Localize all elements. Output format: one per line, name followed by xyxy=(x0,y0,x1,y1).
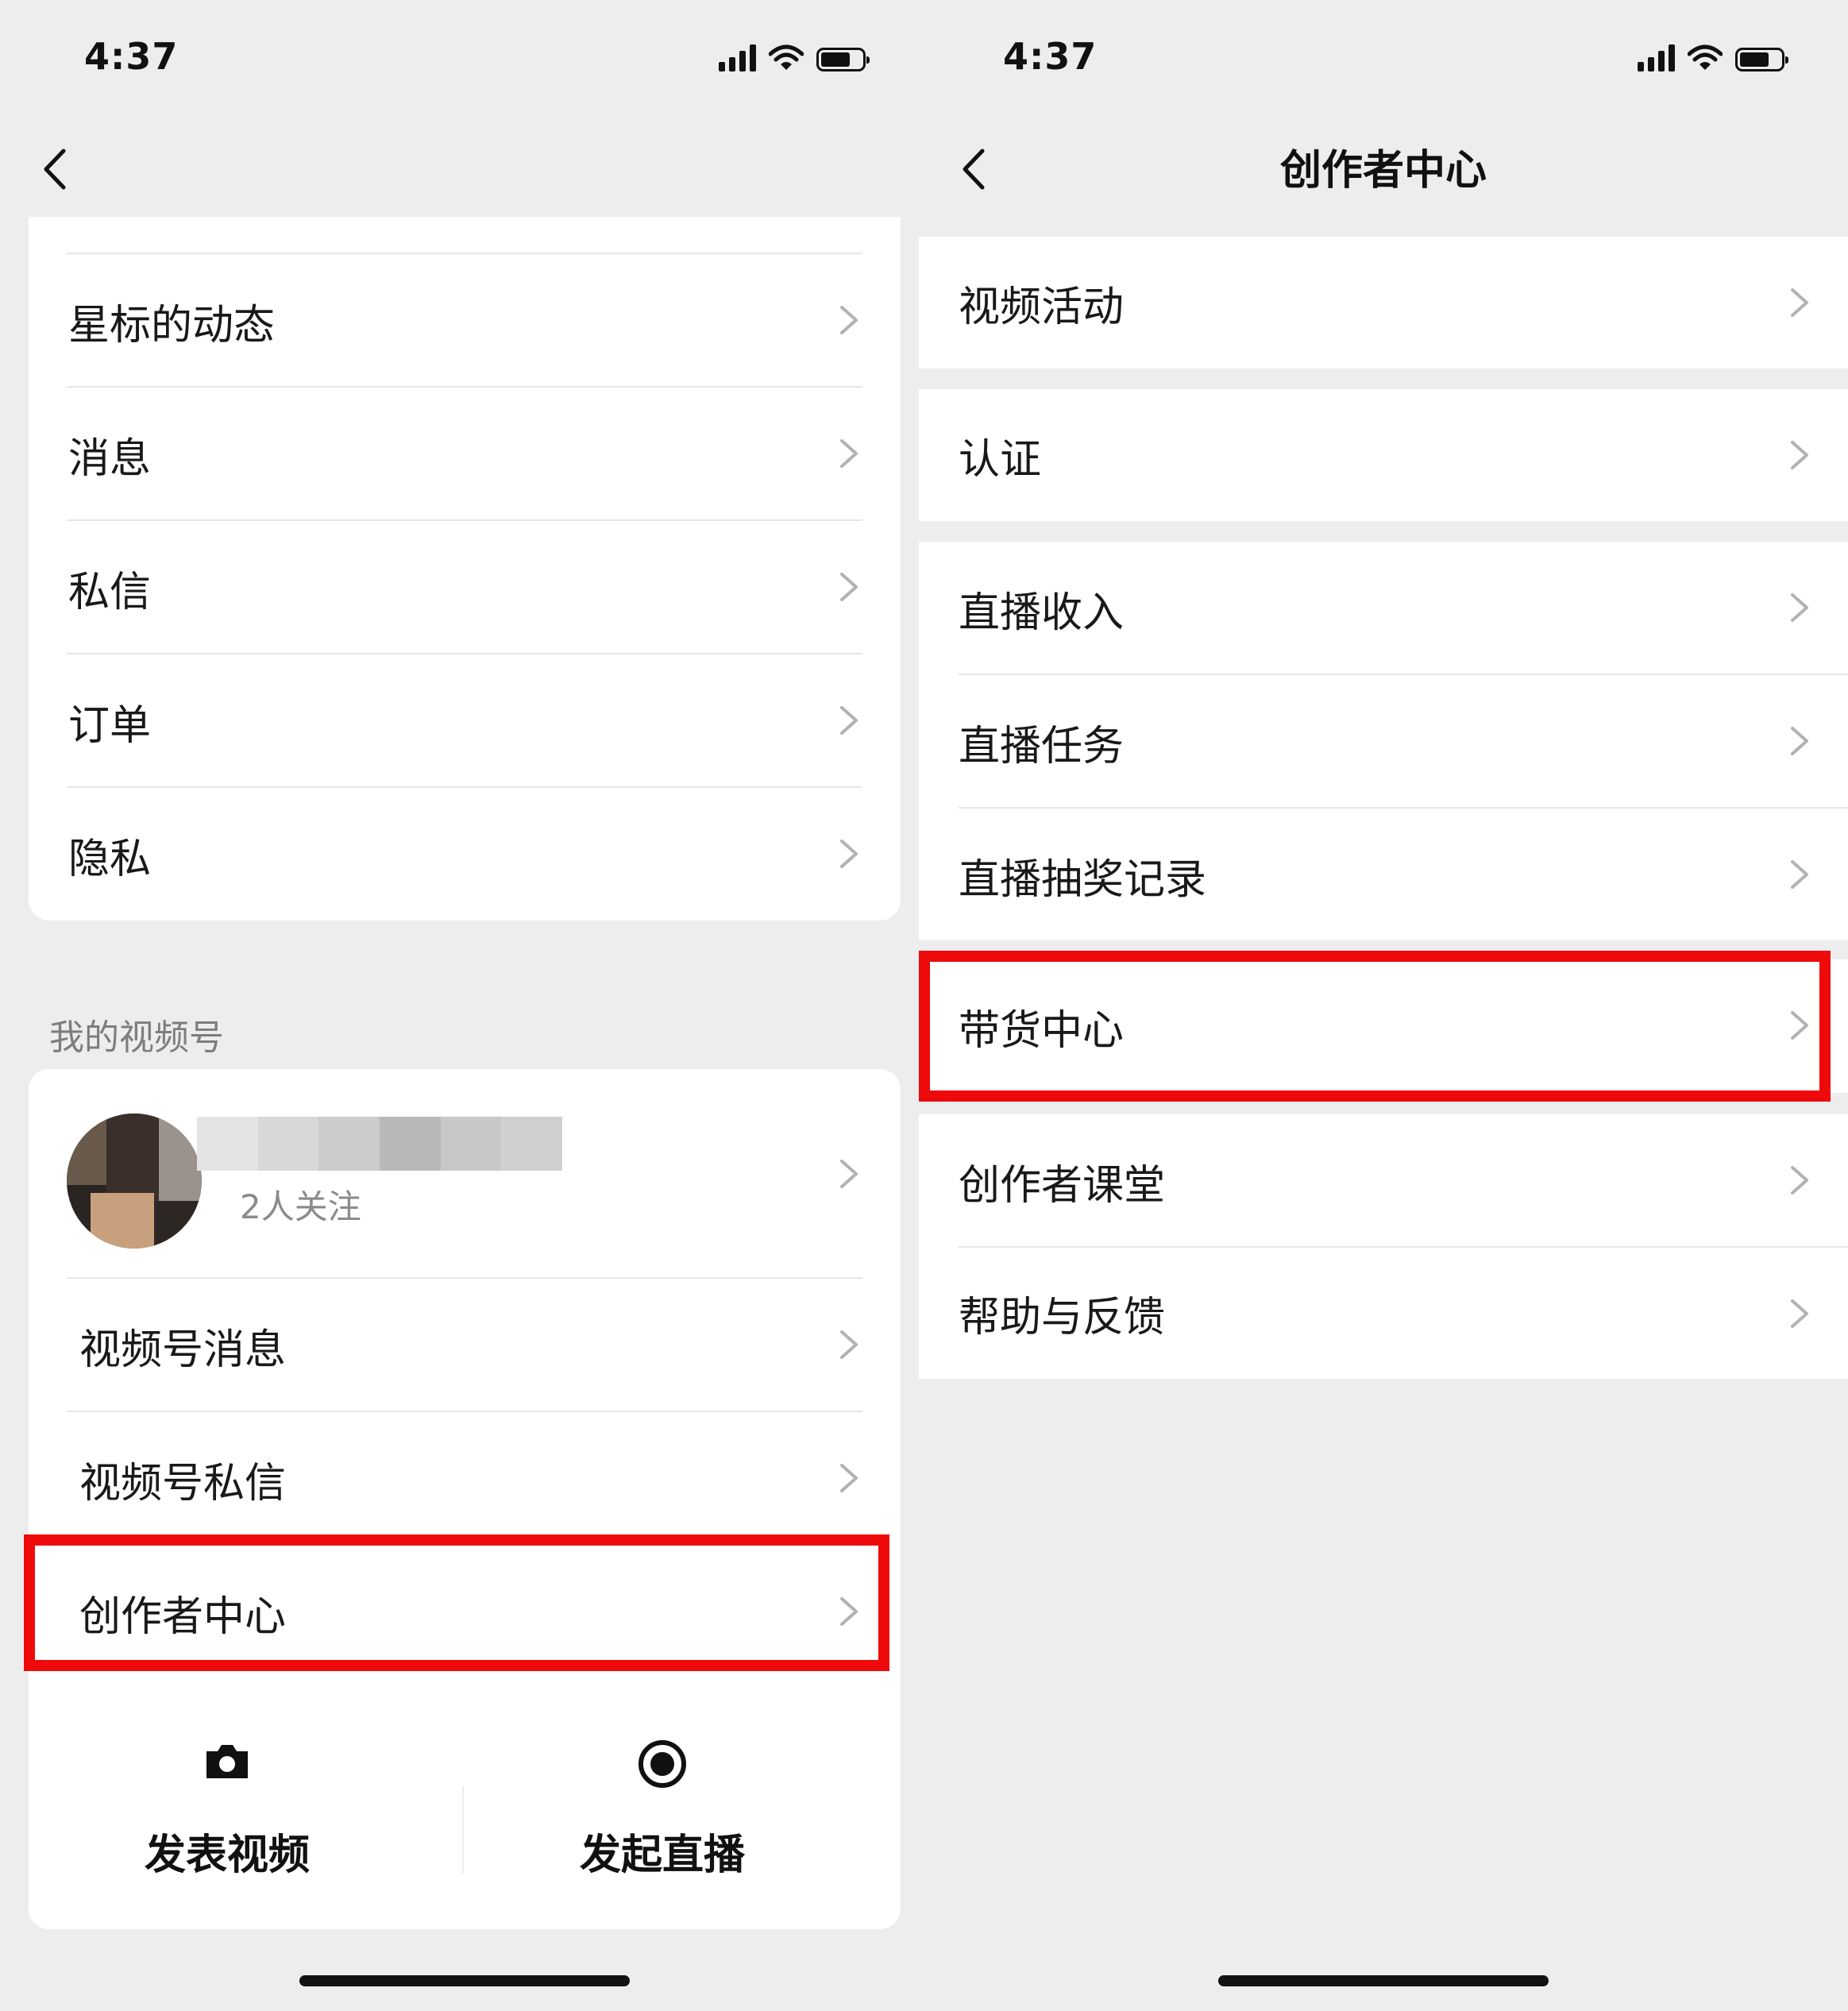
channel-name-blurred xyxy=(197,1117,563,1171)
chevron-right-icon xyxy=(1791,593,1808,622)
channel-actions: 发表视频 发起直播 xyxy=(29,1739,901,1897)
follower-count: 2人关注 xyxy=(240,1187,361,1226)
chevron-right-icon xyxy=(840,706,858,735)
list-item-privacy[interactable]: 隐私 xyxy=(29,788,901,921)
list-item-label: 消息 xyxy=(68,434,152,483)
group-help: 创作者课堂 帮助与反馈 xyxy=(919,1114,1848,1379)
list-item-live-lottery-records[interactable]: 直播抽奖记录 xyxy=(919,809,1848,942)
signal-icon xyxy=(1638,43,1675,71)
group-live: 直播收入 直播任务 直播抽奖记录 xyxy=(919,542,1848,940)
chevron-right-icon xyxy=(1791,860,1808,889)
battery-icon xyxy=(1735,48,1788,71)
list-item-label: 直播抽奖记录 xyxy=(959,855,1207,904)
chevron-right-icon xyxy=(840,306,858,334)
list-item-sales-center[interactable]: 带货中心 xyxy=(919,959,1848,1093)
chevron-right-icon xyxy=(840,840,858,868)
chevron-right-icon xyxy=(1791,727,1808,755)
chevron-right-icon xyxy=(840,1330,858,1359)
home-indicator xyxy=(299,1975,630,1986)
wechat-me-screen: 4:37 星标的动态 消息 私信 订单 隐私 我的视频号 2人关注 视频号消息 … xyxy=(0,0,917,2011)
list-item-label: 创作者中心 xyxy=(79,1592,287,1641)
post-video-label: 发表视频 xyxy=(144,1832,310,1879)
chevron-right-icon xyxy=(1791,1166,1808,1195)
list-item-label: 认证 xyxy=(959,435,1042,484)
list-item-video-activity[interactable]: 视频活动 xyxy=(919,237,1848,369)
list-item-live-tasks[interactable]: 直播任务 xyxy=(919,675,1848,809)
channels-card: 2人关注 视频号消息 视频号私信 创作者中心 发表视频 发起直播 xyxy=(29,1069,901,1929)
group-video-activity: 视频活动 xyxy=(919,237,1848,369)
status-time: 4:37 xyxy=(1003,35,1098,78)
chevron-right-icon xyxy=(1791,288,1808,317)
list-item-messages[interactable]: 消息 xyxy=(29,388,901,521)
list-item-label: 创作者课堂 xyxy=(959,1161,1166,1210)
chevron-right-icon xyxy=(840,1464,858,1492)
camera-icon xyxy=(206,1745,248,1778)
list-item-verification[interactable]: 认证 xyxy=(919,389,1848,521)
list-item-orders[interactable]: 订单 xyxy=(29,654,901,788)
battery-icon xyxy=(816,48,870,71)
list-item-label: 带货中心 xyxy=(959,1006,1125,1055)
chevron-right-icon xyxy=(1791,1299,1808,1328)
status-icons xyxy=(1638,43,1788,71)
chevron-right-icon xyxy=(840,1160,858,1188)
chevron-right-icon xyxy=(1791,441,1808,469)
list-item-label: 视频号私信 xyxy=(79,1459,287,1507)
live-record-icon xyxy=(639,1740,686,1788)
list-item-creator-center[interactable]: 创作者中心 xyxy=(29,1546,901,1679)
start-live-label: 发起直播 xyxy=(579,1832,745,1879)
list-item-label: 帮助与反馈 xyxy=(959,1294,1166,1341)
settings-list: 星标的动态 消息 私信 订单 隐私 xyxy=(29,217,901,921)
chevron-right-icon xyxy=(840,573,858,601)
list-item-label: 星标的动态 xyxy=(68,301,276,349)
list-item-private-messages[interactable]: 私信 xyxy=(29,521,901,654)
back-icon[interactable] xyxy=(32,141,79,197)
group-verification: 认证 xyxy=(919,389,1848,521)
group-sales-center: 带货中心 xyxy=(919,959,1848,1093)
signal-icon xyxy=(719,43,756,71)
creator-center-screen: 4:37 创作者中心 视频活动 认证 直播收入 直播任务 直播抽奖记录 带货中心… xyxy=(919,0,1848,2011)
list-item-help-feedback[interactable]: 帮助与反馈 xyxy=(919,1248,1848,1379)
post-video-button[interactable]: 发表视频 xyxy=(29,1739,426,1897)
list-item-label: 直播收入 xyxy=(959,589,1125,637)
status-time: 4:37 xyxy=(84,35,179,78)
list-item-label: 直播任务 xyxy=(959,722,1125,770)
chevron-right-icon xyxy=(840,1597,858,1626)
start-live-button[interactable]: 发起直播 xyxy=(464,1739,861,1897)
page-title: 创作者中心 xyxy=(1279,147,1487,195)
section-label-my-channels: 我的视频号 xyxy=(49,1017,224,1058)
wifi-icon xyxy=(769,44,804,70)
chevron-right-icon xyxy=(840,439,858,468)
wifi-icon xyxy=(1688,44,1723,70)
list-item-label: 订单 xyxy=(68,701,152,750)
list-item-starred-moments[interactable]: 星标的动态 xyxy=(29,254,901,388)
list-item-label: 视频号消息 xyxy=(79,1326,287,1374)
avatar xyxy=(67,1114,202,1249)
status-icons xyxy=(719,43,870,71)
list-item-creator-classroom[interactable]: 创作者课堂 xyxy=(919,1114,1848,1248)
list-item-live-income[interactable]: 直播收入 xyxy=(919,542,1848,675)
channel-profile-row[interactable]: 2人关注 xyxy=(29,1069,901,1279)
list-item-label: 视频活动 xyxy=(959,283,1125,331)
list-item-label: 隐私 xyxy=(68,835,152,883)
chevron-right-icon xyxy=(1791,1011,1808,1040)
list-item-channel-messages[interactable]: 视频号消息 xyxy=(29,1279,901,1412)
list-item-channel-private-messages[interactable]: 视频号私信 xyxy=(29,1412,901,1546)
list-item-label: 私信 xyxy=(68,568,152,616)
home-indicator xyxy=(1218,1975,1549,1986)
